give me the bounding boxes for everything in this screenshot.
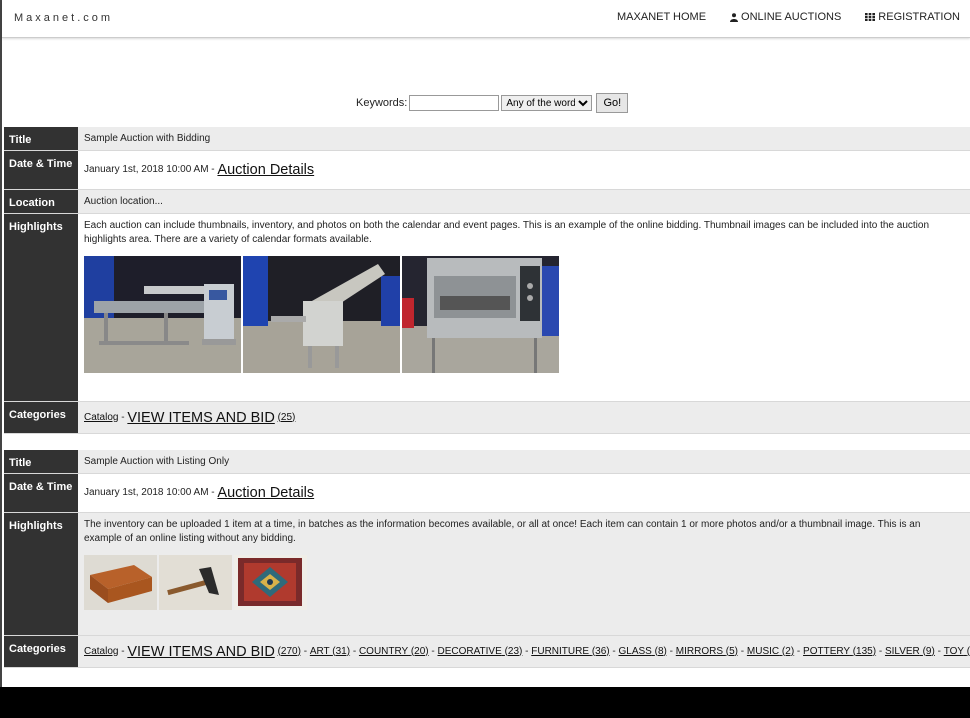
keywords-input[interactable] xyxy=(409,95,500,111)
highlights-text: Each auction can include thumbnails, inv… xyxy=(84,220,930,245)
match-mode-select[interactable]: Any of the words xyxy=(501,95,593,111)
category-link[interactable]: ART (31) xyxy=(310,645,350,659)
date-row: Date & Time January 1st, 2018 10:00 AM -… xyxy=(4,474,970,513)
nav-registration[interactable]: REGISTRATION xyxy=(865,11,960,23)
page-left-border xyxy=(0,0,2,718)
nav-maxanet-home[interactable]: MAXANET HOME xyxy=(617,11,706,23)
category-name: COUNTRY xyxy=(358,645,409,657)
auction-location: Auction location... xyxy=(78,190,970,213)
category-name: MUSIC xyxy=(746,645,780,657)
highlights-row: Highlights The inventory can be uploaded… xyxy=(4,513,970,636)
category-name: DECORATIVE xyxy=(437,645,502,657)
auction-details-link[interactable]: Auction Details xyxy=(217,163,314,178)
category-name: ART xyxy=(309,645,330,657)
highlights-row: Highlights Each auction can include thum… xyxy=(4,214,970,402)
title-row: Title Sample Auction with Bidding xyxy=(4,127,970,151)
date-row: Date & Time January 1st, 2018 10:00 AM -… xyxy=(4,151,970,190)
thumbnail-slicer-machine[interactable] xyxy=(243,256,400,373)
title-row: Title Sample Auction with Listing Only xyxy=(4,450,970,474)
nav-links: MAXANET HOME ONLINE AUCTIONS REGISTRATIO… xyxy=(617,11,960,23)
nav-label: ONLINE AUCTIONS xyxy=(741,11,842,23)
thumbnail-pizza-oven[interactable] xyxy=(402,256,559,373)
title-label: Title xyxy=(4,450,78,473)
category-count: (23) xyxy=(504,645,523,657)
auction-date: January 1st, 2018 10:00 AM xyxy=(84,164,209,175)
view-items-count[interactable]: (270) xyxy=(278,645,301,659)
category-link[interactable]: GLASS (8) xyxy=(619,645,667,659)
category-link[interactable]: MIRRORS (5) xyxy=(676,645,738,659)
view-items-count[interactable]: (25) xyxy=(278,411,296,425)
location-row: Location Auction location... xyxy=(4,190,970,214)
category-name: POTTERY xyxy=(803,645,850,657)
nav-label: MAXANET HOME xyxy=(617,11,707,23)
thumbnail-wooden-box[interactable] xyxy=(84,555,157,610)
categories-row: Categories Catalog - VIEW ITEMS AND BID … xyxy=(4,402,970,434)
category-name: MIRRORS xyxy=(675,645,723,657)
thumbnail-strip xyxy=(84,256,559,373)
auction-listing-1: Title Sample Auction with Bidding Date &… xyxy=(4,127,970,434)
thumbnail-folder-machine[interactable] xyxy=(84,256,241,373)
category-count: (36) xyxy=(591,645,610,657)
category-link[interactable]: TOY (1) xyxy=(944,645,970,659)
auction-date: January 1st, 2018 10:00 AM xyxy=(84,487,209,498)
categories-value: Catalog - VIEW ITEMS AND BID (270) - ART… xyxy=(78,636,970,667)
auction-listing-2: Title Sample Auction with Listing Only D… xyxy=(4,450,970,668)
date-value: January 1st, 2018 10:00 AM - Auction Det… xyxy=(78,474,970,512)
category-count: (8) xyxy=(654,645,667,657)
top-navbar: Maxanet.com MAXANET HOME ONLINE AUCTIONS… xyxy=(2,0,970,38)
user-icon xyxy=(730,12,739,22)
category-name: TOY xyxy=(943,645,964,657)
categories-label: Categories xyxy=(4,636,78,667)
footer-bar xyxy=(0,687,970,718)
site-brand[interactable]: Maxanet.com xyxy=(14,12,113,24)
nav-online-auctions[interactable]: ONLINE AUCTIONS xyxy=(730,11,841,23)
thumbnail-quilt[interactable] xyxy=(234,555,307,610)
category-name: GLASS xyxy=(618,645,652,657)
categories-label: Categories xyxy=(4,402,78,433)
date-label: Date & Time xyxy=(4,474,78,512)
view-items-link[interactable]: VIEW ITEMS AND BID xyxy=(127,644,274,659)
catalog-link[interactable]: Catalog xyxy=(84,411,118,425)
category-link[interactable]: MUSIC (2) xyxy=(747,645,794,659)
keywords-label: Keywords: xyxy=(356,97,408,109)
category-count: (31) xyxy=(332,645,351,657)
location-label: Location xyxy=(4,190,78,213)
view-items-link[interactable]: VIEW ITEMS AND BID xyxy=(127,410,274,425)
category-link[interactable]: COUNTRY (20) xyxy=(359,645,429,659)
highlights-value: Each auction can include thumbnails, inv… xyxy=(78,214,970,401)
date-value: January 1st, 2018 10:00 AM - Auction Det… xyxy=(78,151,970,189)
highlights-text: The inventory can be uploaded 1 item at … xyxy=(84,519,921,544)
category-count: (20) xyxy=(410,645,429,657)
catalog-link[interactable]: Catalog xyxy=(84,645,118,659)
category-count: (5) xyxy=(725,645,739,657)
auction-details-link[interactable]: Auction Details xyxy=(217,486,314,501)
category-count: (135) xyxy=(852,645,877,657)
go-button[interactable]: Go! xyxy=(596,93,629,113)
categories-row: Categories Catalog - VIEW ITEMS AND BID … xyxy=(4,636,970,668)
thumbnail-hatchet[interactable] xyxy=(159,555,232,610)
keyword-search: Keywords: Any of the words Go! xyxy=(356,93,629,113)
nav-label: REGISTRATION xyxy=(878,11,960,23)
highlights-label: Highlights xyxy=(4,214,78,401)
categories-value: Catalog - VIEW ITEMS AND BID (25) xyxy=(78,402,970,433)
category-link[interactable]: POTTERY (135) xyxy=(803,645,876,659)
thumbnail-strip xyxy=(84,555,307,610)
highlights-label: Highlights xyxy=(4,513,78,635)
category-count: (2) xyxy=(781,645,795,657)
date-label: Date & Time xyxy=(4,151,78,189)
category-link[interactable]: FURNITURE (36) xyxy=(531,645,609,659)
category-name: FURNITURE xyxy=(531,645,590,657)
category-link[interactable]: DECORATIVE (23) xyxy=(438,645,523,659)
category-count: (9) xyxy=(922,645,935,657)
category-link[interactable]: SILVER (9) xyxy=(885,645,935,659)
auction-title: Sample Auction with Listing Only xyxy=(78,450,970,473)
title-label: Title xyxy=(4,127,78,150)
auction-title: Sample Auction with Bidding xyxy=(78,127,970,150)
grid-icon xyxy=(865,13,876,21)
category-name: SILVER xyxy=(884,645,920,657)
highlights-value: The inventory can be uploaded 1 item at … xyxy=(78,513,970,635)
